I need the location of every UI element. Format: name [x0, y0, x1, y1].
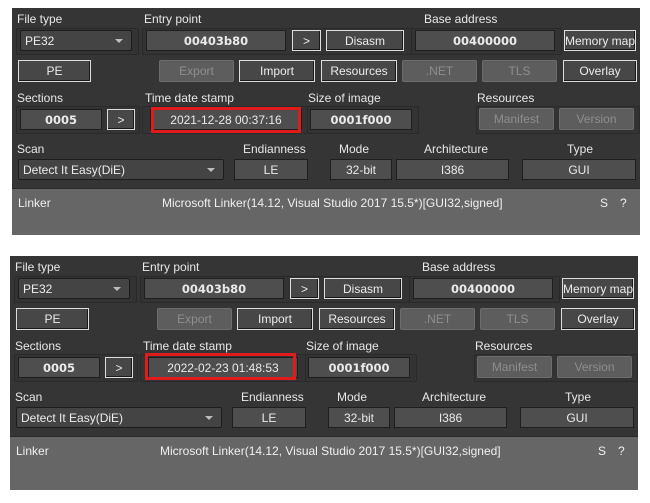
sections-label: Sections [17, 91, 64, 105]
architecture-field: I386 [394, 407, 507, 428]
file-type-label: File type [15, 260, 61, 274]
base-address-label: Base address [424, 12, 498, 26]
architecture-field: I386 [396, 159, 509, 180]
export-button[interactable]: Export [157, 308, 232, 330]
entry-point-field[interactable]: 00403b80 [146, 30, 286, 51]
endianness-field: LE [234, 159, 308, 180]
resources-button[interactable]: Resources [321, 60, 397, 82]
manifest-button[interactable]: Manifest [479, 108, 554, 130]
scan-select[interactable]: Detect It Easy(DiE) [18, 159, 224, 180]
sections-field[interactable]: 0005 [20, 109, 102, 130]
scan-label: Scan [15, 390, 43, 404]
sections-go-button[interactable]: > [107, 109, 135, 130]
version-button[interactable]: Version [559, 108, 634, 130]
highlight-box [145, 353, 296, 380]
type-field: GUI [522, 159, 636, 180]
time-date-stamp-label: Time date stamp [143, 339, 232, 353]
sections-go-button[interactable]: > [105, 357, 133, 378]
sections-field[interactable]: 0005 [18, 357, 100, 378]
result-name: Microsoft Linker(14.12, Visual Studio 20… [162, 196, 503, 210]
size-of-image-field[interactable]: 0001f000 [308, 357, 410, 378]
chevron-down-icon [207, 168, 215, 172]
result-signature-button[interactable]: S [598, 444, 606, 458]
result-signature-button[interactable]: S [600, 196, 608, 210]
file-type-value: PE32 [23, 282, 53, 296]
disasm-button[interactable]: Disasm [326, 30, 404, 51]
result-type: Linker [18, 196, 51, 210]
result-name: Microsoft Linker(14.12, Visual Studio 20… [160, 444, 501, 458]
tls-button[interactable]: TLS [480, 308, 555, 330]
file-type-select[interactable]: PE32 [20, 30, 132, 51]
type-label: Type [567, 142, 594, 156]
size-of-image-field[interactable]: 0001f000 [310, 109, 412, 130]
scan-value: Detect It Easy(DiE) [21, 411, 124, 425]
architecture-label: Architecture [424, 142, 489, 156]
size-of-image-label: Size of image [306, 339, 379, 353]
mode-field: 32-bit [330, 159, 392, 180]
memory-map-button[interactable]: Memory map [564, 30, 636, 51]
type-field: GUI [520, 407, 634, 428]
base-address-field[interactable]: 00400000 [415, 30, 555, 51]
entry-point-go-button[interactable]: > [290, 278, 319, 299]
overlay-button[interactable]: Overlay [563, 60, 637, 82]
tls-button[interactable]: TLS [482, 60, 557, 82]
scan-result-area: Linker Microsoft Linker(14.12, Visual St… [12, 188, 640, 235]
result-type: Linker [16, 444, 49, 458]
entry-point-field[interactable]: 00403b80 [144, 278, 284, 299]
file-type-value: PE32 [25, 34, 55, 48]
import-button[interactable]: Import [237, 308, 313, 330]
type-label: Type [565, 390, 592, 404]
size-of-image-label: Size of image [308, 91, 381, 105]
result-row[interactable]: Linker Microsoft Linker(14.12, Visual St… [12, 189, 640, 215]
chevron-down-icon [205, 416, 213, 420]
endianness-field: LE [232, 407, 306, 428]
entry-point-label: Entry point [144, 12, 202, 26]
base-address-field[interactable]: 00400000 [413, 278, 553, 299]
pe-button[interactable]: PE [18, 60, 91, 82]
time-date-stamp-label: Time date stamp [145, 91, 234, 105]
chevron-down-icon [113, 287, 121, 291]
pe-button[interactable]: PE [16, 308, 89, 330]
mode-field: 32-bit [328, 407, 390, 428]
highlight-box [151, 107, 301, 133]
file-type-label: File type [17, 12, 63, 26]
resources-section-label: Resources [477, 91, 535, 105]
net-button[interactable]: .NET [402, 60, 477, 82]
import-button[interactable]: Import [239, 60, 315, 82]
entry-point-label: Entry point [142, 260, 200, 274]
mode-label: Mode [339, 142, 370, 156]
scan-value: Detect It Easy(DiE) [23, 163, 126, 177]
result-info-button[interactable]: ? [620, 196, 627, 210]
sections-label: Sections [15, 339, 62, 353]
export-button[interactable]: Export [159, 60, 234, 82]
disasm-button[interactable]: Disasm [324, 278, 402, 299]
result-row[interactable]: Linker Microsoft Linker(14.12, Visual St… [10, 437, 638, 463]
die-panel-top: File type PE32 Entry point 00403b80 > Di… [12, 8, 640, 235]
endianness-label: Endianness [243, 142, 306, 156]
resources-section-label: Resources [475, 339, 533, 353]
memory-map-button[interactable]: Memory map [562, 278, 634, 299]
chevron-down-icon [115, 39, 123, 43]
resources-button[interactable]: Resources [319, 308, 395, 330]
scan-result-area: Linker Microsoft Linker(14.12, Visual St… [10, 436, 638, 490]
version-button[interactable]: Version [557, 356, 632, 378]
architecture-label: Architecture [422, 390, 487, 404]
endianness-label: Endianness [241, 390, 304, 404]
result-info-button[interactable]: ? [618, 444, 625, 458]
file-type-select[interactable]: PE32 [18, 278, 130, 299]
base-address-label: Base address [422, 260, 496, 274]
mode-label: Mode [337, 390, 368, 404]
net-button[interactable]: .NET [400, 308, 475, 330]
scan-label: Scan [17, 142, 45, 156]
die-panel-bottom: File type PE32 Entry point 00403b80 > Di… [10, 256, 638, 490]
overlay-button[interactable]: Overlay [561, 308, 635, 330]
entry-point-go-button[interactable]: > [292, 30, 321, 51]
scan-select[interactable]: Detect It Easy(DiE) [16, 407, 222, 428]
manifest-button[interactable]: Manifest [477, 356, 552, 378]
